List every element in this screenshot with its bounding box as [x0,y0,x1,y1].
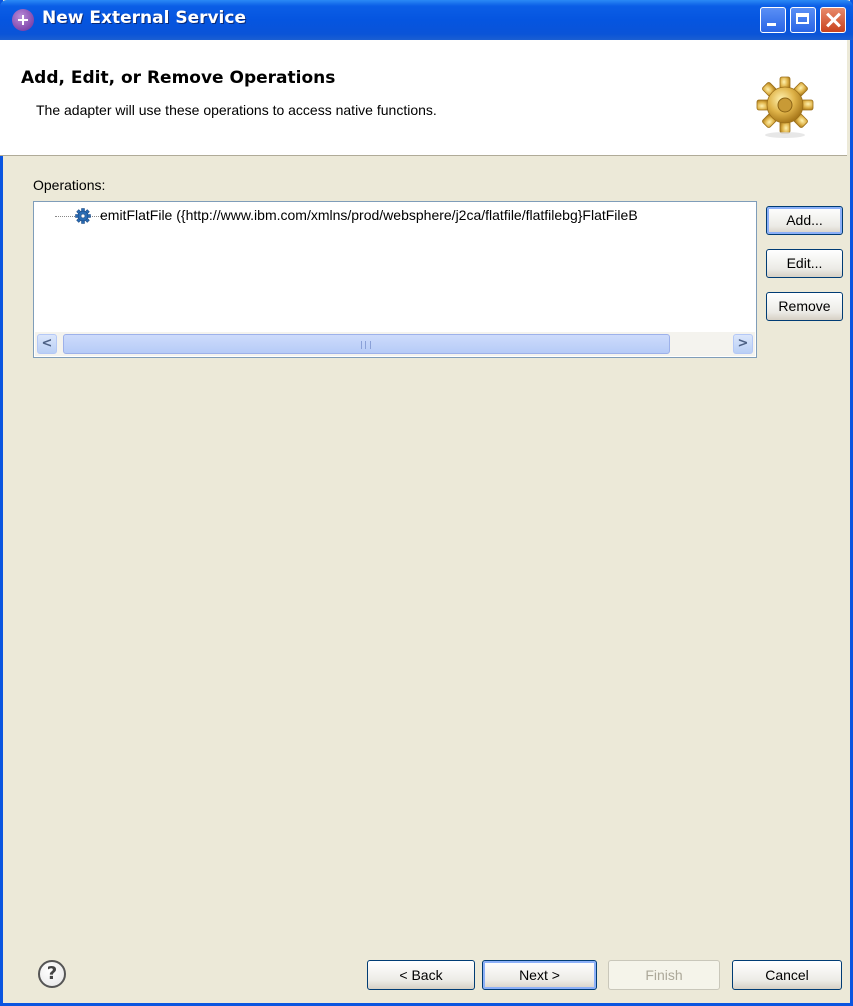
operation-gear-icon [75,208,91,224]
minimize-icon[interactable] [760,7,786,33]
page-title: Add, Edit, or Remove Operations [21,68,336,88]
scroll-left-button[interactable]: < [37,334,57,354]
operation-name: emitFlatFile ({http://www.ibm.com/xmlns/… [100,207,638,223]
horizontal-scrollbar[interactable]: < > [35,332,755,356]
edit-button[interactable]: Edit... [766,249,843,278]
scroll-right-button[interactable]: > [733,334,753,354]
close-icon[interactable] [820,7,846,33]
maximize-icon[interactable] [790,7,816,33]
operations-list[interactable]: emitFlatFile ({http://www.ibm.com/xmlns/… [33,201,757,358]
scroll-grip-icon [361,341,371,349]
title-bar[interactable]: New External Service [0,0,853,40]
window-title: New External Service [42,8,246,28]
gear-icon [756,76,814,138]
list-item[interactable]: emitFlatFile ({http://www.ibm.com/xmlns/… [35,206,754,226]
cancel-button[interactable]: Cancel [732,960,842,990]
app-icon [12,9,34,31]
finish-button[interactable]: Finish [608,960,720,990]
scroll-thumb[interactable] [63,334,670,354]
page-description: The adapter will use these operations to… [36,102,437,118]
add-button[interactable]: Add... [766,206,843,235]
back-button[interactable]: < Back [367,960,475,990]
operations-label: Operations: [33,177,106,193]
wizard-banner [0,40,847,156]
help-icon[interactable]: ? [38,960,66,988]
remove-button[interactable]: Remove [766,292,843,321]
next-button[interactable]: Next > [482,960,597,990]
